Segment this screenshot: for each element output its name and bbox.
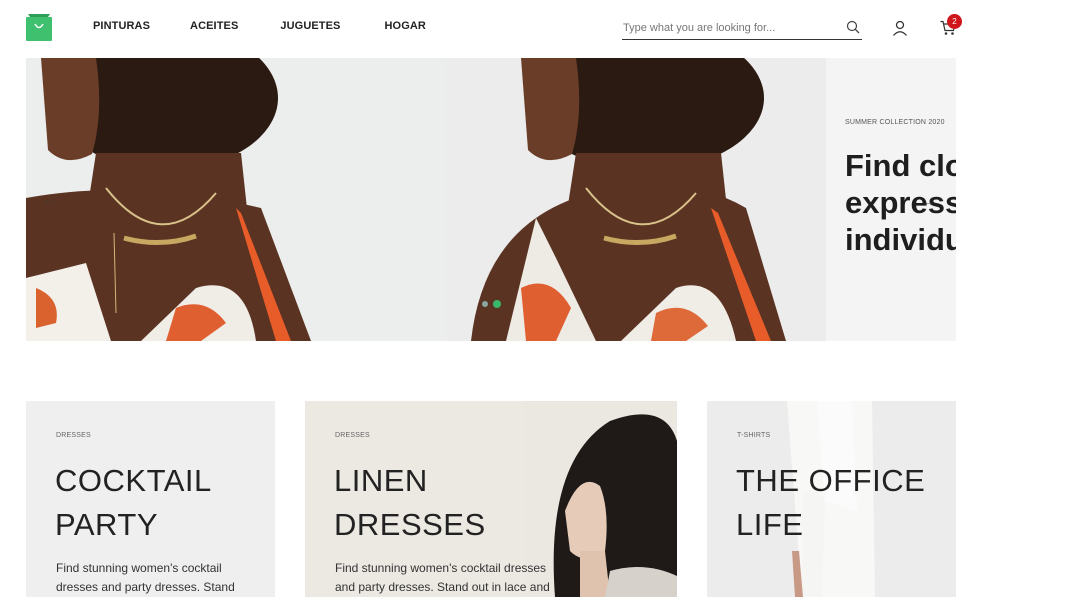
- card-tag: DRESSES: [335, 432, 370, 439]
- category-card-office-life[interactable]: T-SHIRTS THE OFFICE LIFE: [707, 401, 956, 597]
- site-header: PINTURAS ACEITES JUGUETES HOGAR 2: [0, 0, 1071, 56]
- hero-title: Find clo express individu: [845, 147, 956, 258]
- card-title: COCKTAIL PARTY: [55, 459, 212, 547]
- card-title-line: PARTY: [55, 507, 158, 542]
- card-title-line: COCKTAIL: [55, 463, 212, 498]
- hero-title-line: Find clo: [845, 148, 956, 183]
- hero-title-line: individu: [845, 222, 956, 257]
- cart-count-badge: 2: [947, 14, 962, 29]
- card-title: LINEN DRESSES: [334, 459, 486, 547]
- category-card-linen-dresses[interactable]: DRESSES LINEN DRESSES Find stunning wome…: [305, 401, 677, 597]
- card-title-line: LINEN: [334, 463, 428, 498]
- main-nav: PINTURAS ACEITES JUGUETES HOGAR: [93, 20, 466, 32]
- hero-model-image: [26, 58, 446, 341]
- search-input[interactable]: [623, 19, 838, 37]
- nav-item-juguetes[interactable]: JUGUETES: [280, 20, 340, 32]
- shopping-bag-logo-icon[interactable]: [26, 14, 52, 41]
- card-title-line: LIFE: [736, 507, 804, 542]
- card-title-line: THE OFFICE: [736, 463, 926, 498]
- nav-item-pinturas[interactable]: PINTURAS: [93, 20, 150, 32]
- card-description: Find stunning women's cocktail dresses a…: [335, 561, 550, 594]
- category-card-cocktail-party[interactable]: DRESSES COCKTAIL PARTY Find stunning wom…: [26, 401, 275, 597]
- search-bar: [622, 17, 862, 40]
- nav-item-hogar[interactable]: HOGAR: [385, 20, 426, 32]
- hero-slider: SUMMER COLLECTION 2020 Find clo express …: [26, 58, 956, 341]
- hero-eyebrow: SUMMER COLLECTION 2020: [845, 119, 945, 126]
- slider-pagination: [482, 300, 506, 308]
- slider-dot[interactable]: [482, 301, 488, 307]
- slider-prev-arrow-icon[interactable]: ←: [44, 195, 55, 207]
- card-tag: T-SHIRTS: [737, 432, 771, 439]
- nav-item-aceites[interactable]: ACEITES: [190, 20, 238, 32]
- search-icon[interactable]: [846, 20, 860, 34]
- slider-next-arrow-icon[interactable]: →: [923, 196, 934, 208]
- slider-dot-active[interactable]: [493, 300, 501, 308]
- card-title: THE OFFICE LIFE: [736, 459, 925, 547]
- hero-title-line: express: [845, 185, 956, 220]
- card-description: Find stunning women's cocktail dresses a…: [56, 561, 235, 594]
- card-title-line: DRESSES: [334, 507, 486, 542]
- card-tag: DRESSES: [56, 432, 91, 439]
- hero-model-image-repeat: [446, 58, 826, 341]
- user-account-icon[interactable]: [892, 20, 908, 36]
